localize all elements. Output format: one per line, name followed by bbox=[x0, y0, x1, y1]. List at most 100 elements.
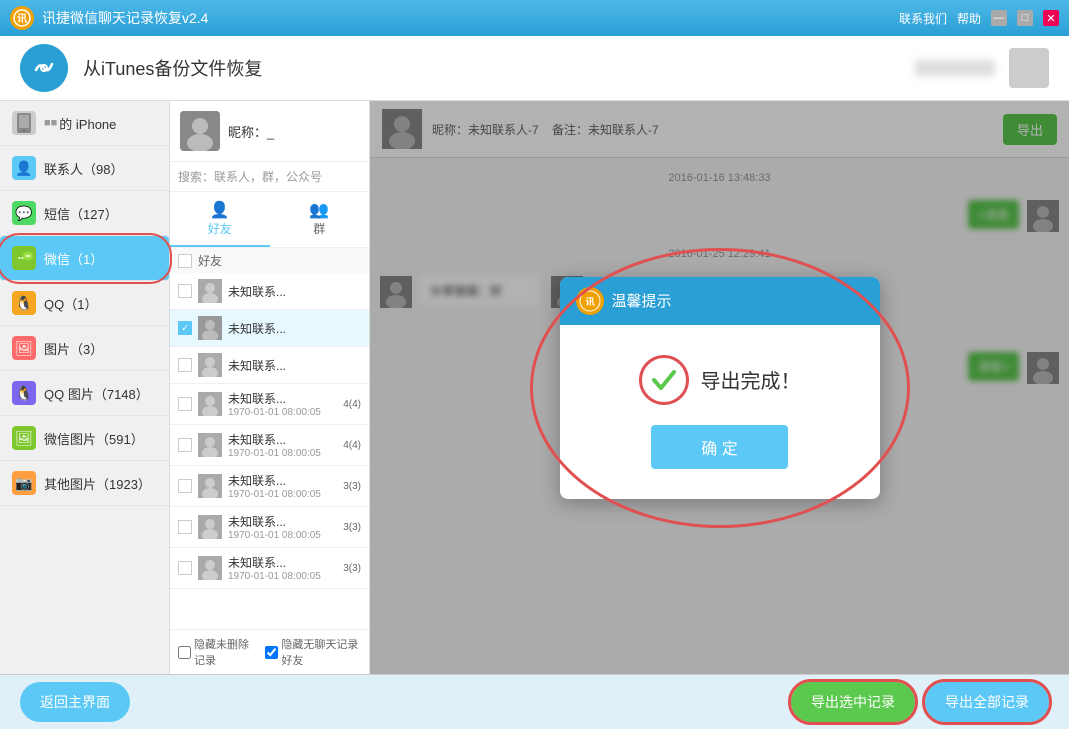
friends-tab-icon: 👤 bbox=[170, 200, 270, 220]
contact-date-3: 1970-01-01 08:00:05 bbox=[228, 407, 343, 418]
contact-checkbox-7[interactable] bbox=[178, 561, 192, 575]
contact-row[interactable]: 未知联系... 1970-01-01 08:00:05 4(4) bbox=[170, 384, 369, 425]
contact-checkbox-4[interactable] bbox=[178, 438, 192, 452]
minimize-button[interactable]: — bbox=[991, 10, 1007, 26]
contact-checkbox-5[interactable] bbox=[178, 479, 192, 493]
contact-avatar-0 bbox=[198, 279, 222, 303]
app-logo: 讯 bbox=[10, 6, 34, 30]
contact-count-6: 3(3) bbox=[343, 522, 361, 533]
header-title: 从iTunes备份文件恢复 bbox=[83, 55, 915, 81]
tab-group[interactable]: 👥 群 bbox=[270, 192, 370, 247]
contact-name-6: 未知联系... bbox=[228, 513, 343, 530]
sms-icon: 💬 bbox=[12, 201, 36, 225]
contact-checkbox-0[interactable] bbox=[178, 284, 192, 298]
contact-avatar-1 bbox=[198, 316, 222, 340]
contact-count-3: 4(4) bbox=[343, 399, 361, 410]
other-photos-label: 其他图片（1923） bbox=[44, 474, 151, 493]
success-icon bbox=[639, 355, 689, 405]
contact-name-4: 未知联系... bbox=[228, 431, 343, 448]
chat-panel: 昵称：未知联系人-7 备注：未知联系人-7 导出 2016-01-16 13:4… bbox=[370, 101, 1069, 674]
modal-success-row: 导出完成！ bbox=[639, 355, 801, 405]
contact-avatar-3 bbox=[198, 392, 222, 416]
modal-ok-button[interactable]: 确 定 bbox=[651, 425, 787, 469]
contact-avatar-4 bbox=[198, 433, 222, 457]
hide-deleted-text: 隐藏未删除记录 bbox=[194, 636, 255, 668]
wechat-label: 微信（1） bbox=[44, 249, 103, 268]
contacts-icon: 👤 bbox=[12, 156, 36, 180]
app-title: 讯捷微信聊天记录恢复v2.4 bbox=[42, 8, 899, 28]
contact-row-selected[interactable]: ✓ 未知联系... bbox=[170, 310, 369, 347]
return-button[interactable]: 返回主界面 bbox=[20, 682, 130, 722]
titlebar: 讯 讯捷微信聊天记录恢复v2.4 联系我们 帮助 — □ ✕ bbox=[0, 0, 1069, 36]
user-avatar bbox=[1009, 48, 1049, 88]
sidebar-item-wechat-photos[interactable]: 🖼 微信图片（591） bbox=[0, 416, 169, 461]
qq-icon: 🐧 bbox=[12, 291, 36, 315]
modal-logo: 讯 bbox=[576, 287, 604, 315]
contact-row[interactable]: 未知联系... 1970-01-01 08:00:05 4(4) bbox=[170, 425, 369, 466]
hide-no-chat-checkbox-label[interactable]: 隐藏无聊天记录好友 bbox=[265, 636, 361, 668]
hide-deleted-checkbox[interactable] bbox=[178, 646, 191, 659]
contact-date-4: 1970-01-01 08:00:05 bbox=[228, 448, 343, 459]
contact-row[interactable]: 未知联系... 1970-01-01 08:00:05 3(3) bbox=[170, 466, 369, 507]
contact-count-4: 4(4) bbox=[343, 440, 361, 451]
contact-checkbox-1[interactable]: ✓ bbox=[178, 321, 192, 335]
contact-list: 好友 未知联系... ✓ 未知联系... 未知联系... bbox=[170, 248, 369, 629]
contact-row[interactable]: 未知联系... 1970-01-01 08:00:05 3(3) bbox=[170, 548, 369, 589]
contact-us-link[interactable]: 联系我们 bbox=[899, 10, 947, 27]
hide-deleted-checkbox-label[interactable]: 隐藏未删除记录 bbox=[178, 636, 255, 668]
contact-name-1: 未知联系... bbox=[228, 320, 361, 337]
sidebar-item-contacts[interactable]: 👤 联系人（98） bbox=[0, 146, 169, 191]
export-all-button[interactable]: 导出全部记录 bbox=[925, 682, 1049, 722]
contact-checkbox-2[interactable] bbox=[178, 358, 192, 372]
hide-no-chat-text: 隐藏无聊天记录好友 bbox=[281, 636, 361, 668]
titlebar-actions: 联系我们 帮助 — □ ✕ bbox=[899, 10, 1059, 27]
sidebar-item-other-photos[interactable]: 📷 其他图片（1923） bbox=[0, 461, 169, 506]
sidebar-item-sms[interactable]: 💬 短信（127） bbox=[0, 191, 169, 236]
select-all-checkbox[interactable] bbox=[178, 254, 192, 268]
contact-avatar-7 bbox=[198, 556, 222, 580]
contact-nickname: 昵称：_ bbox=[228, 122, 274, 141]
sidebar-item-qq-photos[interactable]: 🐧 QQ 图片（7148） bbox=[0, 371, 169, 416]
sms-label: 短信（127） bbox=[44, 204, 118, 223]
contact-footer: 隐藏未删除记录 隐藏无聊天记录好友 bbox=[170, 629, 369, 674]
hide-no-chat-checkbox[interactable] bbox=[265, 646, 278, 659]
contact-name-2: 未知联系... bbox=[228, 357, 361, 374]
tab-friends[interactable]: 👤 好友 bbox=[170, 192, 270, 247]
sidebar-item-wechat[interactable]: 微信（1） bbox=[0, 236, 169, 281]
qq-label: QQ（1） bbox=[44, 294, 97, 313]
help-link[interactable]: 帮助 bbox=[957, 10, 981, 27]
header-logo bbox=[20, 44, 68, 92]
contact-row[interactable]: 未知联系... bbox=[170, 347, 369, 384]
contact-checkbox-3[interactable] bbox=[178, 397, 192, 411]
contact-date-6: 1970-01-01 08:00:05 bbox=[228, 530, 343, 541]
contact-count-5: 3(3) bbox=[343, 481, 361, 492]
photos-label: 图片（3） bbox=[44, 339, 103, 358]
svg-text:讯: 讯 bbox=[585, 296, 594, 307]
export-selected-button[interactable]: 导出选中记录 bbox=[791, 682, 915, 722]
iphone-icon bbox=[12, 111, 36, 135]
contacts-label: 联系人（98） bbox=[44, 159, 123, 178]
sidebar-item-qq[interactable]: 🐧 QQ（1） bbox=[0, 281, 169, 326]
contact-date-7: 1970-01-01 08:00:05 bbox=[228, 571, 343, 582]
main-content: ■■ 的 iPhone 👤 联系人（98） 💬 短信（127） 微信（1） 🐧 bbox=[0, 101, 1069, 674]
friends-header: 好友 bbox=[198, 252, 222, 269]
contact-row[interactable]: 未知联系... 1970-01-01 08:00:05 3(3) bbox=[170, 507, 369, 548]
contact-name-0: 未知联系... bbox=[228, 283, 361, 300]
svg-text:讯: 讯 bbox=[17, 12, 27, 25]
maximize-button[interactable]: □ bbox=[1017, 10, 1033, 26]
contact-date-5: 1970-01-01 08:00:05 bbox=[228, 489, 343, 500]
group-tab-icon: 👥 bbox=[270, 200, 370, 220]
contact-checkbox-6[interactable] bbox=[178, 520, 192, 534]
modal-body: 导出完成！ 确 定 bbox=[560, 325, 880, 499]
wechat-photos-label: 微信图片（591） bbox=[44, 429, 144, 448]
modal-header: 讯 温馨提示 bbox=[560, 277, 880, 325]
contact-profile: 昵称：_ bbox=[170, 101, 369, 162]
contact-panel: 昵称：_ 搜索：联系人，群，公众号 👤 好友 👥 群 好友 bbox=[170, 101, 370, 674]
contact-search-bar: 搜索：联系人，群，公众号 bbox=[170, 162, 369, 192]
contact-row[interactable]: 未知联系... bbox=[170, 273, 369, 310]
sidebar-item-photos[interactable]: 🖼 图片（3） bbox=[0, 326, 169, 371]
other-photos-icon: 📷 bbox=[12, 471, 36, 495]
sidebar-item-iphone[interactable]: ■■ 的 iPhone bbox=[0, 101, 169, 146]
close-button[interactable]: ✕ bbox=[1043, 10, 1059, 26]
contact-avatar-6 bbox=[198, 515, 222, 539]
